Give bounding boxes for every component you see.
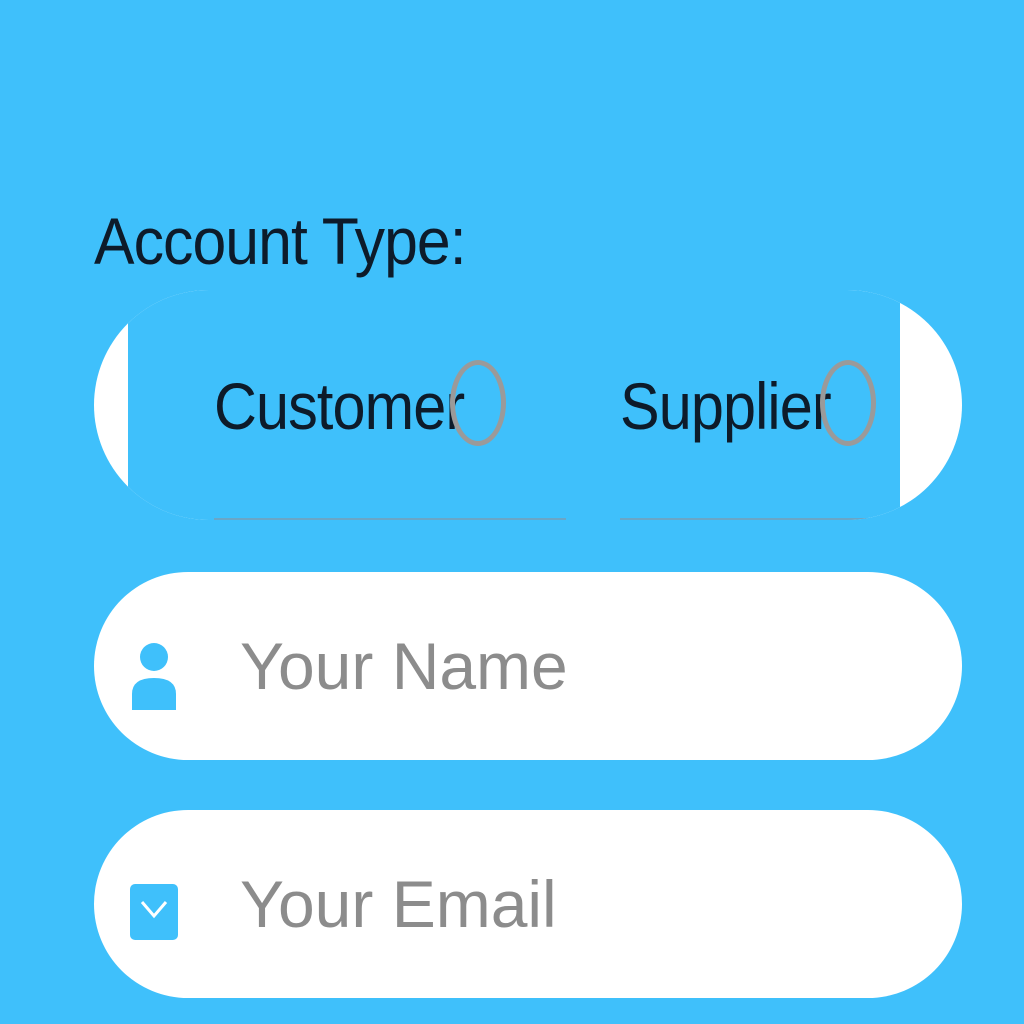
radio-option-customer[interactable]: Customer [214,290,566,520]
radio-label-supplier: Supplier [620,369,832,443]
radio-option-supplier[interactable]: Supplier [620,290,936,520]
radio-group-background: Customer Supplier [128,290,936,520]
name-field-container[interactable] [94,572,962,760]
radio-button-customer[interactable] [450,360,506,446]
envelope-icon [130,884,178,940]
name-input[interactable] [240,616,920,716]
account-type-radio-group: Customer Supplier [94,290,962,520]
email-input[interactable] [240,854,920,954]
radio-label-customer: Customer [214,369,465,443]
radio-button-supplier[interactable] [820,360,876,446]
email-field-container[interactable] [94,810,962,998]
radio-underline-supplier [620,518,936,520]
radio-underline-customer [214,518,566,520]
person-icon [132,643,176,710]
account-type-label: Account Type: [94,204,467,278]
